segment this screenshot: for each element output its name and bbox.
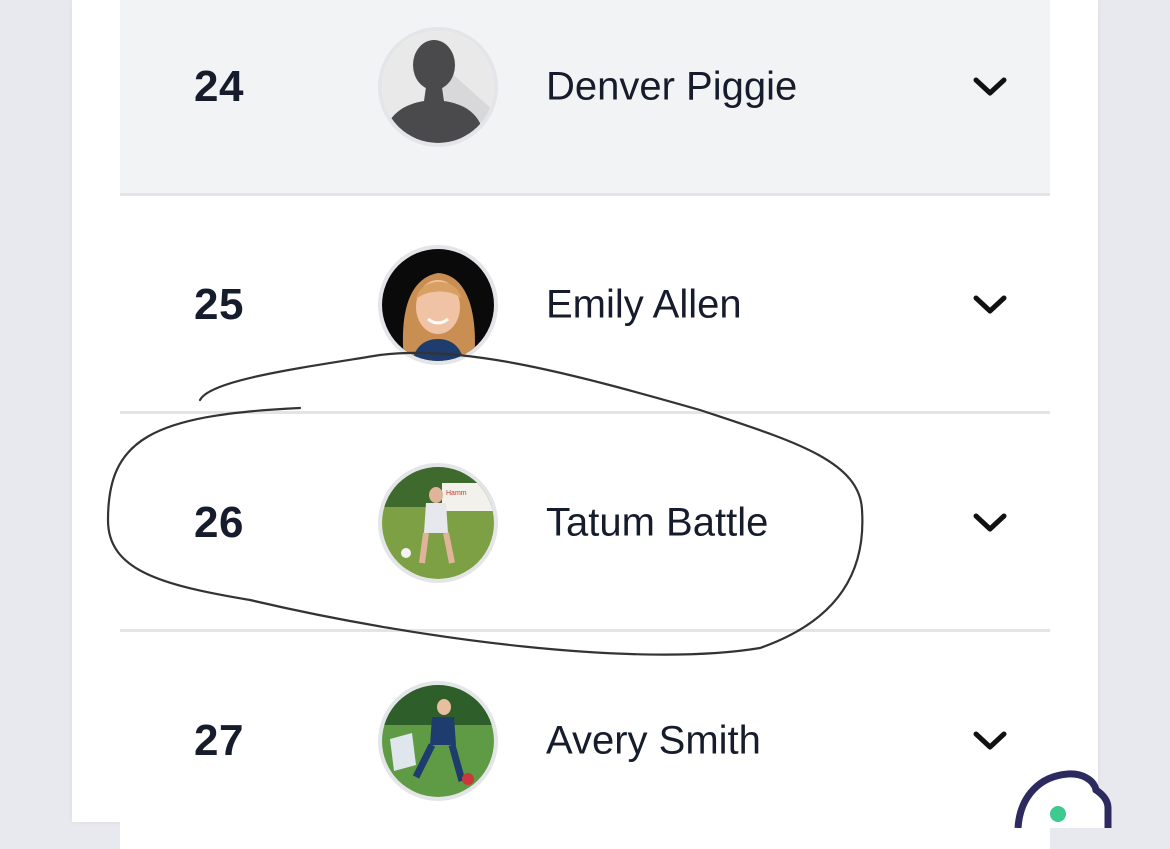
player-number: 27 [194,715,244,765]
chat-bubble-icon [1014,770,1112,829]
roster-row-24[interactable]: 24 Denver Piggie [120,0,1050,195]
avatar [378,244,498,365]
player-number: 24 [194,61,244,111]
chevron-down-icon[interactable] [972,293,1008,317]
player-photo [382,248,494,361]
default-silhouette-icon [382,30,494,143]
chevron-down-icon[interactable] [972,729,1008,753]
avatar: Hamm [378,462,498,583]
player-name: Avery Smith [546,718,761,762]
avatar [378,680,498,801]
svg-text:Hamm: Hamm [446,490,467,497]
player-number: 25 [194,279,244,329]
player-name: Emily Allen [546,282,742,326]
player-photo: Hamm [382,466,494,579]
player-number: 26 [194,497,244,547]
chat-widget-button[interactable] [1010,768,1120,829]
player-photo [382,684,494,797]
roster-row-26[interactable]: 26 Hamm Tatum Battle [120,414,1050,631]
player-name: Tatum Battle [546,500,769,544]
avatar [378,26,498,147]
player-name: Denver Piggie [546,64,798,108]
chevron-down-icon[interactable] [972,511,1008,535]
roster-row-27[interactable]: 27 Avery Smith [120,632,1050,849]
chevron-down-icon[interactable] [972,75,1008,99]
roster-row-25[interactable]: 25 Emily Allen [120,196,1050,413]
